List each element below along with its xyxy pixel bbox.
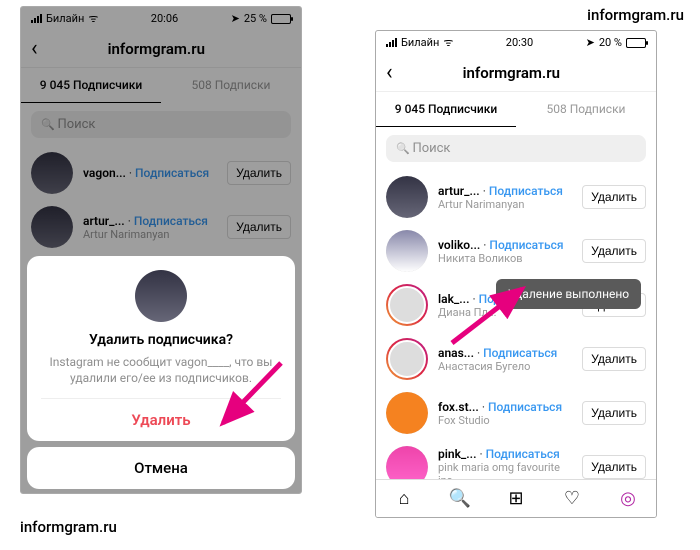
status-time: 20:30 — [506, 36, 533, 49]
battery-percent: 20 % — [599, 36, 622, 49]
nav-bar: ‹ informgram.ru — [376, 54, 656, 92]
avatar[interactable] — [386, 338, 428, 380]
follow-link[interactable]: Подписаться — [489, 184, 563, 198]
follow-link[interactable]: Подписаться — [489, 238, 563, 252]
search-placeholder: Поиск — [412, 141, 450, 156]
tab-followers[interactable]: 9 045 Подписчики — [376, 92, 516, 127]
location-icon: ➤ — [586, 36, 595, 49]
follower-row: artur_... · ПодписатьсяArtur NarimanyanУ… — [376, 170, 656, 224]
username[interactable]: artur_... — [438, 184, 480, 198]
fullname: Artur Narimanyan — [438, 198, 582, 211]
battery-icon — [626, 38, 646, 48]
follower-tabs: 9 045 Подписчики 508 Подписки — [376, 92, 656, 127]
avatar[interactable] — [386, 230, 428, 272]
sheet-avatar — [135, 270, 187, 322]
follow-link[interactable]: Подписаться — [488, 400, 562, 414]
remove-button[interactable]: Удалить — [582, 455, 646, 479]
fullname: Анастасия Бугело — [438, 360, 582, 373]
fullname: Никита Воликов — [438, 252, 582, 265]
sheet-cancel-button[interactable]: Отмена — [27, 447, 295, 489]
watermark-top: informgram.ru — [587, 6, 684, 24]
tab-search-icon[interactable]: 🔍 — [432, 480, 488, 517]
nav-title: informgram.ru — [393, 64, 630, 82]
follower-row: fox.st... · ПодписатьсяFox StudioУдалить — [376, 386, 656, 440]
sheet-title: Удалить подписчика? — [41, 332, 281, 348]
tab-home-icon[interactable]: ⌂ — [376, 480, 432, 517]
remove-button[interactable]: Удалить — [582, 401, 646, 425]
carrier-label: Билайн — [401, 36, 439, 49]
follow-link[interactable]: Подписаться — [486, 447, 560, 461]
phone-left: Билайн ᯤ 20:06 ➤ 25 % ‹ informgram.ru 9 … — [20, 6, 302, 494]
remove-button[interactable]: Удалить — [582, 239, 646, 263]
status-bar: Билайн ᯤ 20:30 ➤ 20 % — [376, 31, 656, 54]
back-icon[interactable]: ‹ — [386, 60, 393, 85]
username[interactable]: voliko... — [438, 238, 480, 252]
bottom-tab-bar: ⌂ 🔍 ⊞ ♡ ◎ — [376, 479, 656, 517]
tab-add-icon[interactable]: ⊞ — [488, 480, 544, 517]
username[interactable]: fox.st... — [438, 400, 479, 414]
search-input[interactable]: Поиск — [386, 135, 646, 162]
avatar[interactable] — [386, 284, 428, 326]
phone-right: Билайн ᯤ 20:30 ➤ 20 % ‹ informgram.ru 9 … — [375, 30, 657, 518]
annotation-arrow — [211, 357, 291, 437]
follower-row: voliko... · ПодписатьсяНикита ВоликовУда… — [376, 224, 656, 278]
tab-profile-icon[interactable]: ◎ — [600, 480, 656, 517]
wifi-icon: ᯤ — [443, 35, 453, 50]
tab-activity-icon[interactable]: ♡ — [544, 480, 600, 517]
signal-bars-icon — [386, 38, 397, 47]
avatar[interactable] — [386, 392, 428, 434]
tab-following[interactable]: 508 Подписки — [516, 92, 656, 127]
username[interactable]: pink_... — [438, 447, 477, 461]
avatar[interactable] — [386, 176, 428, 218]
fullname: Fox Studio — [438, 414, 582, 427]
watermark-bottom: informgram.ru — [20, 518, 117, 536]
remove-button[interactable]: Удалить — [582, 185, 646, 209]
remove-button[interactable]: Удалить — [582, 347, 646, 371]
annotation-arrow — [444, 281, 534, 351]
